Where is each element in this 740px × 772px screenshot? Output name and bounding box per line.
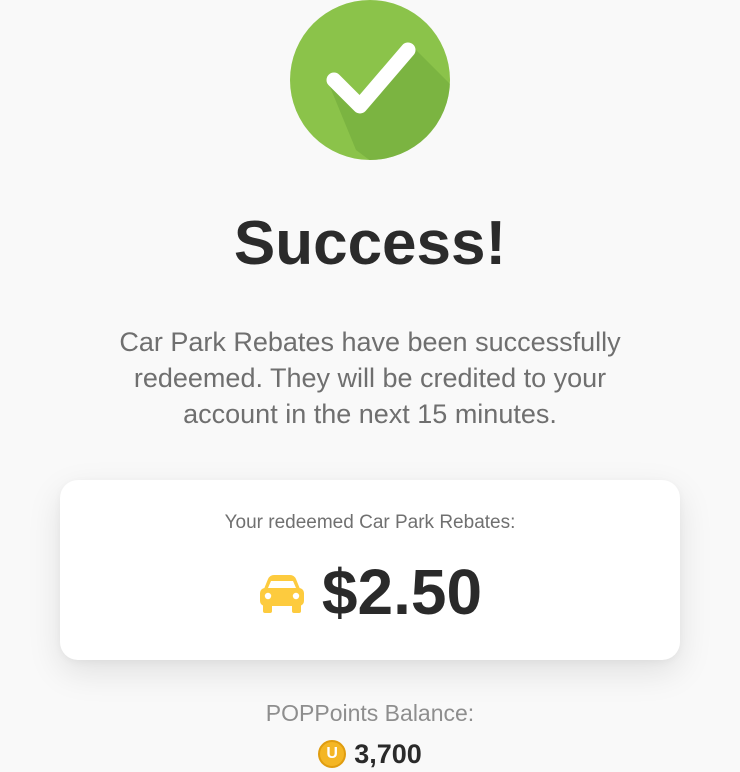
- coin-icon: U: [318, 740, 347, 768]
- car-icon: [259, 575, 304, 613]
- rebate-amount: $2.50: [321, 556, 483, 628]
- balance-value: 3,700: [354, 738, 422, 769]
- balance-label: POPPoints Balance:: [265, 700, 475, 726]
- success-title: Success!: [233, 209, 507, 278]
- rebate-amount-row: $2.50: [60, 552, 680, 632]
- success-message: Car Park Rebates have been successfully …: [119, 327, 621, 429]
- rebate-card: Your redeemed Car Park Rebates: $2.50: [60, 480, 680, 660]
- check-circle-icon: [290, 0, 450, 160]
- rebate-card-label: Your redeemed Car Park Rebates:: [224, 512, 516, 533]
- balance-row: U 3,700: [0, 736, 740, 772]
